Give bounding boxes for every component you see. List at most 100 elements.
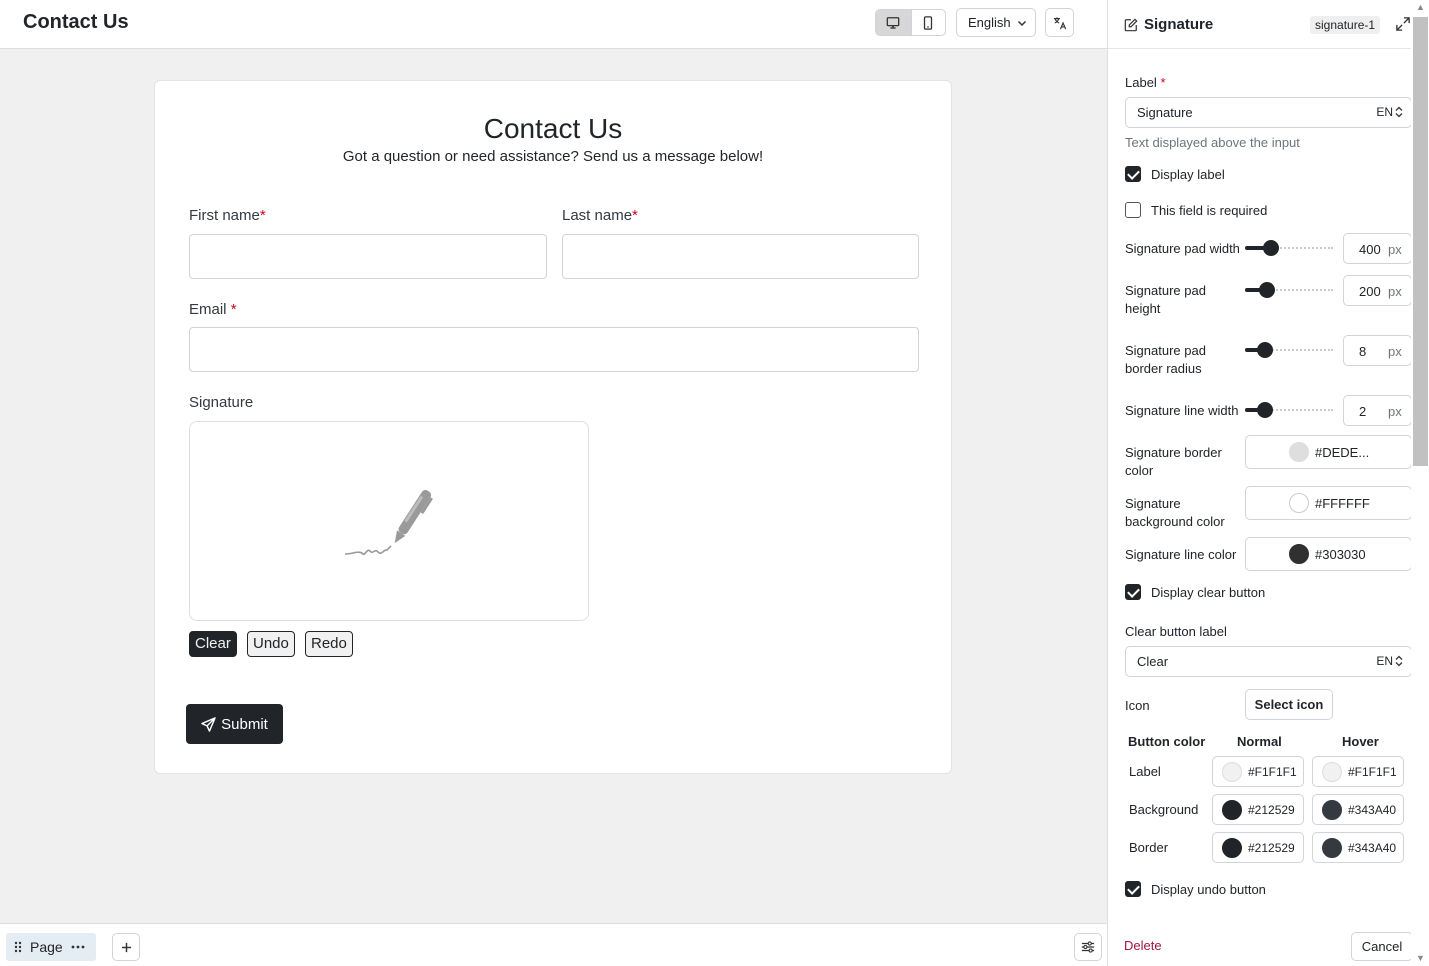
- line-width-slider[interactable]: [1245, 402, 1333, 418]
- pad-width-label: Signature pad width: [1125, 241, 1240, 256]
- pad-width-slider[interactable]: [1245, 240, 1333, 256]
- label-normal-color[interactable]: #F1F1F1: [1212, 756, 1304, 787]
- cancel-button[interactable]: Cancel: [1351, 932, 1413, 961]
- display-clear-checkbox[interactable]: [1125, 584, 1141, 600]
- pad-height-slider[interactable]: [1245, 282, 1333, 298]
- add-page-button[interactable]: [112, 933, 140, 961]
- page-chip[interactable]: Page: [6, 933, 96, 961]
- required-checkbox[interactable]: [1125, 202, 1141, 218]
- color-swatch: [1289, 493, 1309, 513]
- bg-color-label: Signature background color: [1125, 496, 1225, 529]
- desktop-icon: [886, 16, 900, 29]
- scroll-down-icon[interactable]: ▼: [1416, 953, 1425, 963]
- line-width-label: Signature line width: [1125, 403, 1239, 418]
- color-swatch: [1322, 837, 1342, 858]
- display-label-text: Display label: [1151, 167, 1225, 182]
- pad-width-input[interactable]: 400 px: [1343, 233, 1412, 264]
- page-title: Contact Us: [23, 11, 129, 33]
- signature-undo-button[interactable]: Undo: [247, 631, 295, 657]
- pad-height-label: Signature pad height: [1125, 283, 1206, 316]
- submit-button[interactable]: Submit: [186, 704, 283, 744]
- language-code-select[interactable]: EN: [1376, 654, 1403, 668]
- clear-label-field-label: Clear button label: [1125, 624, 1227, 639]
- label-hover-color[interactable]: #F1F1F1: [1312, 756, 1404, 787]
- pad-radius-input[interactable]: 8 px: [1343, 335, 1412, 366]
- language-code-select[interactable]: EN: [1376, 105, 1403, 119]
- send-icon: [201, 716, 216, 732]
- translate-button[interactable]: [1045, 8, 1074, 37]
- line-color-label: Signature line color: [1125, 547, 1237, 562]
- scrollbar-thumb[interactable]: [1413, 17, 1428, 466]
- scroll-up-icon[interactable]: ▲: [1416, 2, 1425, 12]
- row-background-label: Background: [1129, 802, 1199, 817]
- required-mark: *: [259, 207, 266, 224]
- mobile-view-button[interactable]: [910, 10, 946, 35]
- chevron-down-icon: [1017, 20, 1026, 26]
- submit-label: Submit: [221, 715, 268, 733]
- last-name-input[interactable]: [562, 234, 919, 279]
- display-undo-checkbox[interactable]: [1125, 881, 1141, 897]
- required-text: This field is required: [1151, 203, 1268, 218]
- label-input[interactable]: Signature EN: [1125, 97, 1412, 128]
- color-swatch: [1222, 837, 1242, 858]
- bg-color-picker[interactable]: #FFFFFF: [1245, 486, 1412, 520]
- delete-button[interactable]: Delete: [1124, 938, 1162, 953]
- border-hover-color[interactable]: #343A40: [1312, 832, 1404, 863]
- required-mark: *: [230, 301, 237, 318]
- panel-title: Signature: [1124, 16, 1213, 33]
- form-subheading: Got a question or need assistance? Send …: [342, 148, 764, 165]
- first-name-input[interactable]: [189, 234, 547, 279]
- required-mark: *: [632, 207, 638, 224]
- clear-label-input[interactable]: Clear EN: [1125, 646, 1412, 677]
- row-border-label: Border: [1129, 840, 1169, 855]
- label-help-text: Text displayed above the input: [1125, 135, 1300, 150]
- label-input-value: Signature: [1137, 105, 1193, 120]
- pad-radius-label: Signature pad border radius: [1125, 343, 1206, 376]
- drag-handle-icon: [14, 941, 22, 953]
- element-id-badge: signature-1: [1310, 16, 1381, 34]
- color-swatch: [1222, 761, 1242, 782]
- line-color-picker[interactable]: #303030: [1245, 537, 1412, 571]
- pad-height-input[interactable]: 200 px: [1343, 275, 1412, 306]
- color-swatch: [1289, 544, 1309, 564]
- panel-scrollbar[interactable]: ▲ ▼: [1411, 0, 1429, 966]
- signature-pad[interactable]: [189, 421, 589, 621]
- desktop-view-button[interactable]: [876, 10, 911, 35]
- required-mark: *: [1160, 75, 1166, 90]
- signature-redo-button[interactable]: Redo: [305, 631, 353, 657]
- background-hover-color[interactable]: #343A40: [1312, 794, 1404, 825]
- display-clear-text: Display clear button: [1151, 585, 1266, 600]
- device-toggle: [875, 9, 946, 36]
- clear-label-input-value: Clear: [1137, 654, 1169, 669]
- select-icon-button[interactable]: Select icon: [1245, 689, 1333, 720]
- background-normal-color[interactable]: #212529: [1212, 794, 1304, 825]
- color-swatch: [1322, 761, 1342, 782]
- pen-signature-icon: [344, 489, 433, 556]
- border-color-picker[interactable]: #DEDE...: [1245, 435, 1412, 469]
- language-value: English: [968, 15, 1011, 30]
- border-normal-color[interactable]: #212529: [1212, 832, 1304, 863]
- properties-panel: Signature signature-1 Label * Signature …: [1107, 0, 1429, 966]
- form-heading: Contact Us: [483, 113, 623, 144]
- signature-clear-button[interactable]: Clear: [189, 631, 237, 657]
- display-label-checkbox[interactable]: [1125, 166, 1141, 182]
- row-label-label: Label: [1129, 764, 1161, 779]
- chevron-updown-icon: [1395, 655, 1403, 667]
- color-swatch: [1289, 442, 1309, 462]
- label-field-label: Label *: [1125, 75, 1166, 90]
- expand-icon[interactable]: [1396, 17, 1410, 31]
- top-bar: Contact Us English: [0, 0, 1107, 49]
- more-icon[interactable]: [71, 945, 85, 949]
- button-color-header: Button color: [1128, 734, 1206, 749]
- display-undo-text: Display undo button: [1151, 882, 1266, 897]
- language-select[interactable]: English: [956, 8, 1036, 37]
- border-color-label: Signature border color: [1125, 445, 1222, 478]
- mobile-icon: [924, 15, 933, 30]
- email-input[interactable]: [189, 327, 919, 372]
- pad-radius-slider[interactable]: [1245, 342, 1333, 358]
- page-label: Page: [30, 939, 63, 955]
- line-width-input[interactable]: 2 px: [1343, 395, 1412, 426]
- icon-label: Icon: [1125, 698, 1150, 713]
- form-settings-button[interactable]: [1074, 933, 1102, 961]
- email-label: Email *: [189, 301, 237, 318]
